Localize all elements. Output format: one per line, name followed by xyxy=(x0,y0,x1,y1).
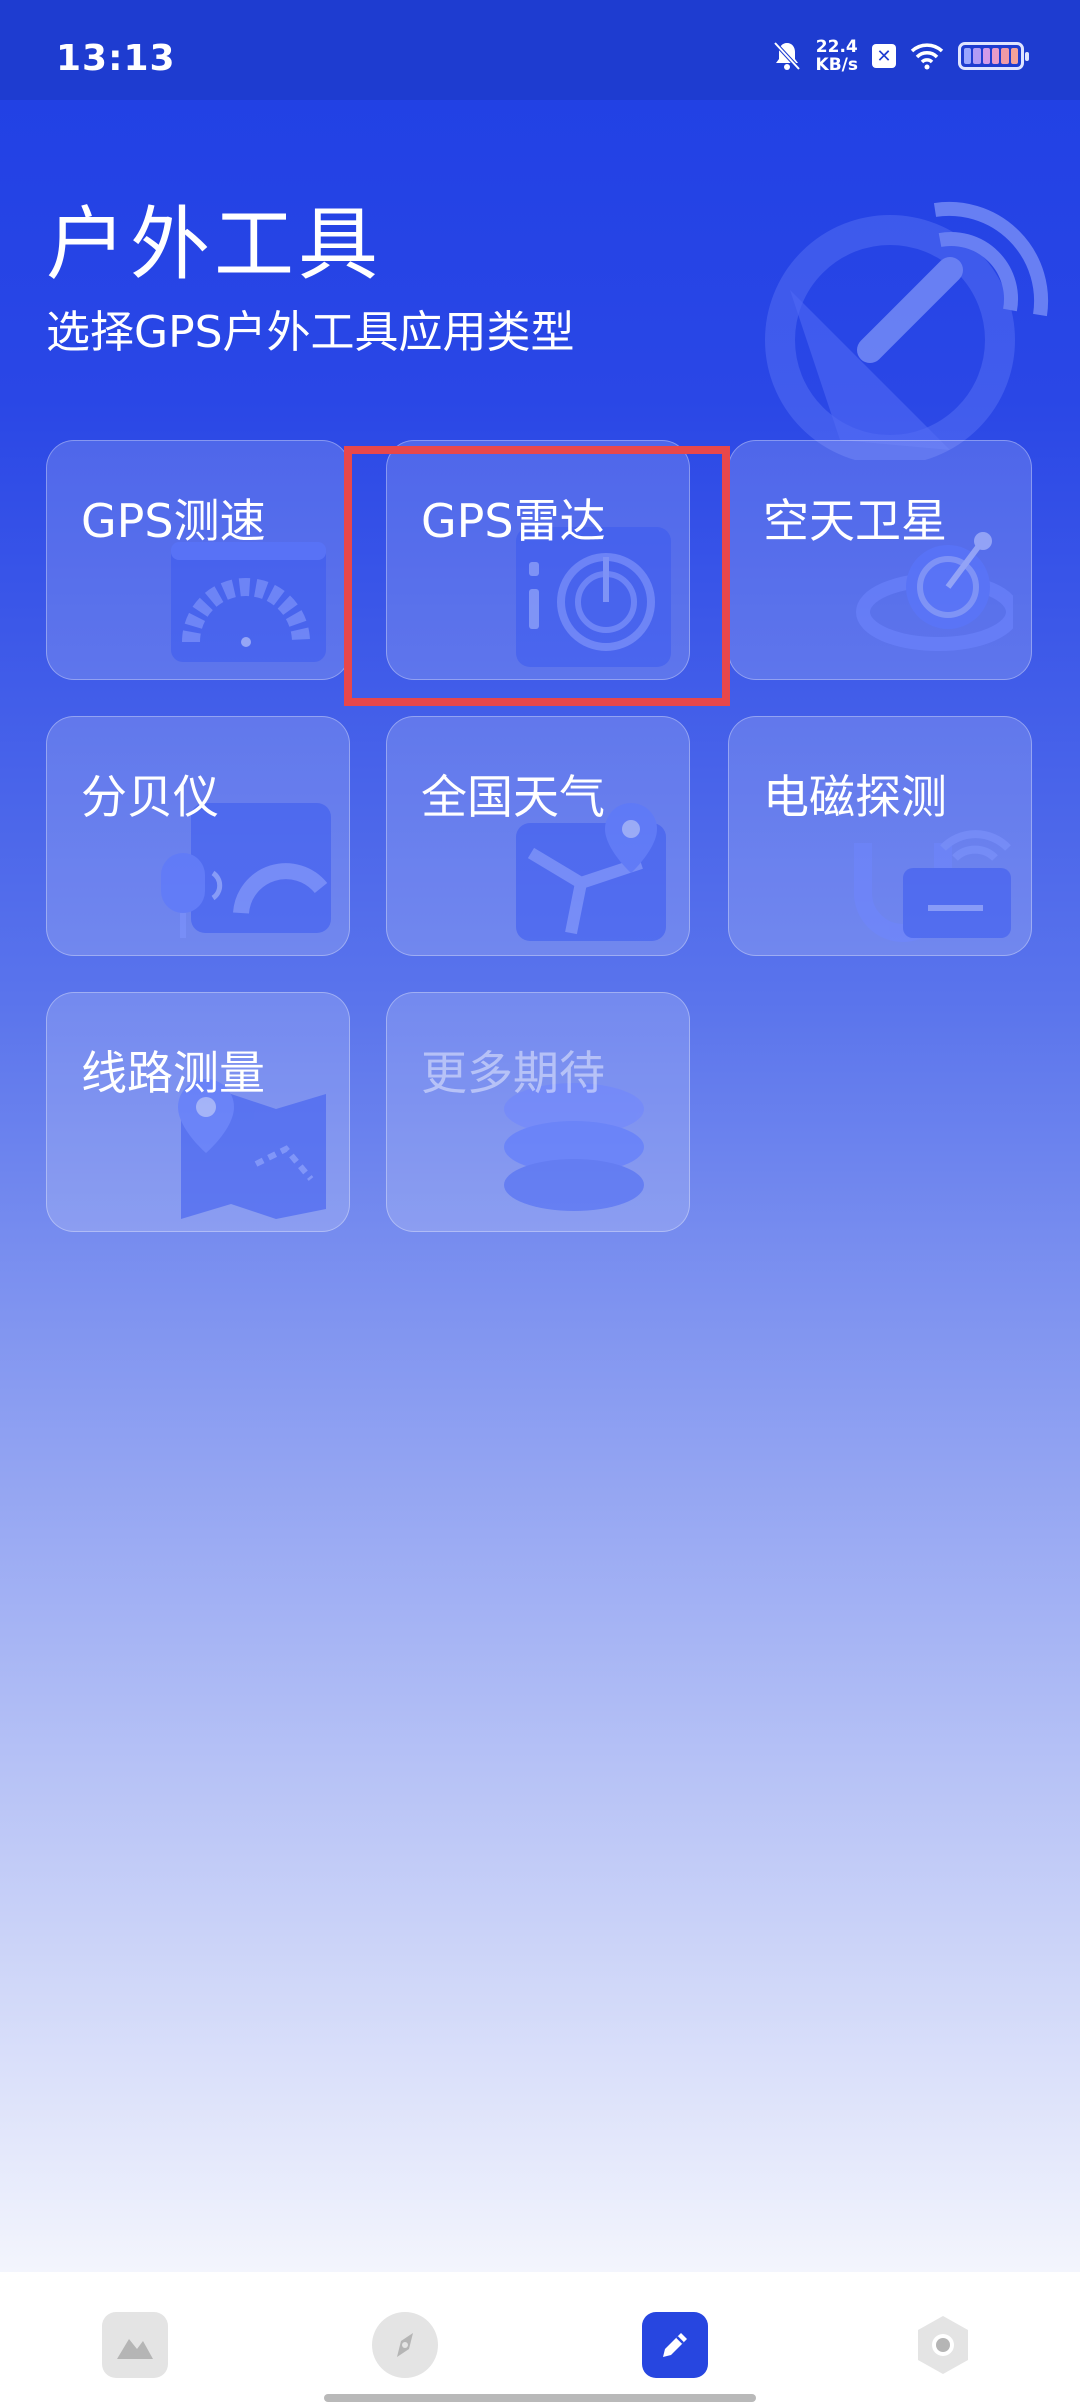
pencil-icon xyxy=(663,2333,687,2357)
bell-off-icon xyxy=(772,40,802,72)
nav-settings[interactable] xyxy=(910,2312,976,2378)
satellite-dish-icon xyxy=(765,201,1049,460)
tile-label: 线路测量 xyxy=(81,1046,265,1100)
tile-label: GPS测速 xyxy=(81,494,266,548)
settings-icon xyxy=(918,2316,968,2374)
tile-more-coming[interactable]: 更多期待 xyxy=(386,992,690,1232)
tile-gps-speed[interactable]: GPS测速 xyxy=(46,440,350,680)
tile-label: 全国天气 xyxy=(421,770,605,824)
status-icons: 22.4 KB/s ✕ xyxy=(772,36,1029,76)
net-speed-unit: KB/s xyxy=(815,55,858,75)
tile-national-weather[interactable]: 全国天气 xyxy=(386,716,690,956)
page-title: 户外工具 xyxy=(46,198,382,291)
nav-tools-mountain[interactable] xyxy=(102,2312,168,2378)
tile-electromagnetic-detection[interactable]: 电磁探测 xyxy=(728,716,1032,956)
tile-label: 更多期待 xyxy=(421,1046,605,1100)
app-notification-icon: ✕ xyxy=(872,44,896,68)
nav-edit-active[interactable] xyxy=(642,2312,708,2378)
battery-icon xyxy=(958,42,1029,70)
tile-route-measurement[interactable]: 线路测量 xyxy=(46,992,350,1232)
nav-compass[interactable] xyxy=(372,2312,438,2378)
app-screen: 13:13 22.4 KB/s ✕ 户外工具 选择GPS户外工具应用类型 GPS… xyxy=(0,0,1080,2408)
status-bar: 13:13 22.4 KB/s ✕ xyxy=(0,0,1080,100)
tile-label: GPS雷达 xyxy=(421,494,606,548)
tile-label: 空天卫星 xyxy=(763,494,947,548)
tile-label: 电磁探测 xyxy=(763,770,947,824)
tile-decibel-meter[interactable]: 分贝仪 xyxy=(46,716,350,956)
mountain-icon xyxy=(117,2339,153,2359)
tile-gps-radar[interactable]: GPS雷达 xyxy=(386,440,690,680)
tile-space-satellite[interactable]: 空天卫星 xyxy=(728,440,1032,680)
net-speed: 22.4 KB/s xyxy=(816,38,858,74)
page-subtitle: 选择GPS户外工具应用类型 xyxy=(46,307,575,358)
compass-icon xyxy=(397,2333,413,2357)
status-time: 13:13 xyxy=(56,38,176,79)
net-speed-value: 22.4 xyxy=(815,37,858,57)
wifi-icon xyxy=(910,42,944,70)
bottom-nav xyxy=(0,2272,1080,2408)
home-indicator xyxy=(324,2394,756,2402)
tile-label: 分贝仪 xyxy=(81,770,219,824)
